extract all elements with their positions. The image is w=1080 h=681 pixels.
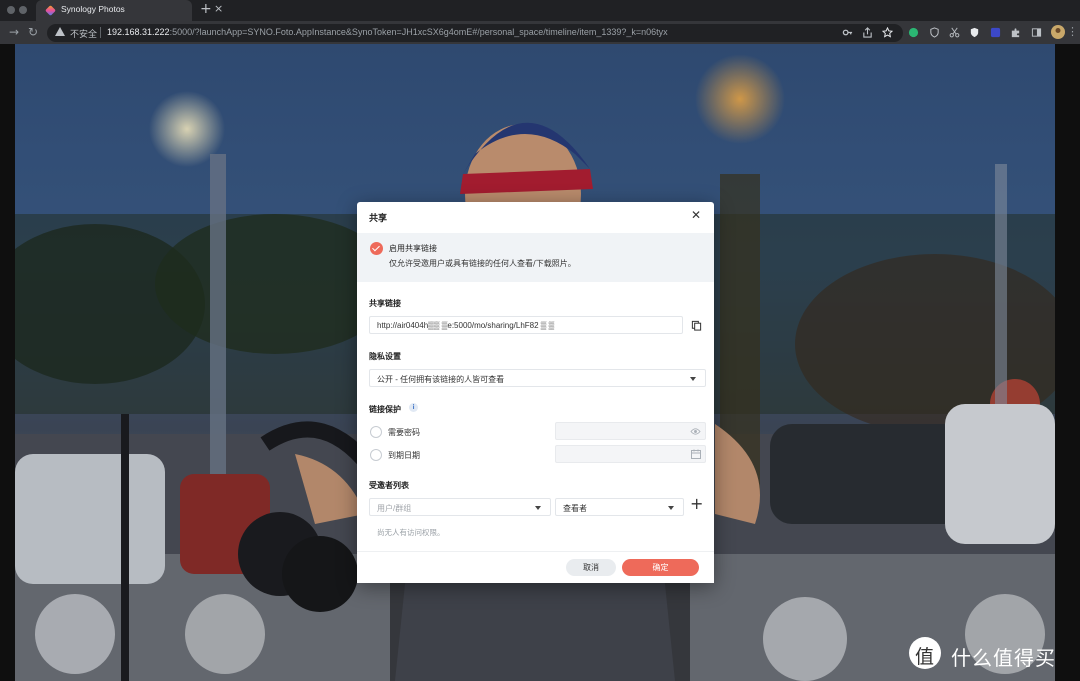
menu-icon[interactable]: ⋮ (1067, 26, 1078, 38)
window-minimize-button[interactable] (19, 6, 27, 14)
puzzle-icon[interactable] (1010, 27, 1021, 38)
user-group-select[interactable]: 用户/群组 (369, 498, 551, 516)
privacy-label: 隐私设置 (369, 352, 401, 361)
password-field[interactable] (555, 422, 706, 440)
expiry-date-label: 到期日期 (388, 451, 420, 460)
share-dialog: 共享 ✕ 启用共享链接 仅允许受邀用户或具有链接的任何人查看/下载照片。 共享链… (357, 202, 714, 583)
tab-close-icon[interactable]: × (214, 2, 223, 15)
link-protection-label: 链接保护 (369, 405, 401, 414)
reload-icon[interactable]: ↻ (28, 26, 38, 38)
extension-green-icon[interactable] (908, 27, 919, 38)
enable-share-link-checkbox[interactable] (370, 242, 383, 255)
enable-share-link-desc: 仅允许受邀用户或具有链接的任何人查看/下载照片。 (389, 259, 576, 268)
share-icon[interactable] (862, 27, 873, 38)
share-link-field[interactable]: http://air0404h▒▒ ▒e:5000/mo/sharing/LhF… (369, 316, 683, 334)
chevron-down-icon (690, 377, 696, 381)
window-close-button[interactable] (7, 6, 15, 14)
bookmark-star-icon[interactable] (882, 27, 893, 38)
ok-button[interactable]: 确定 (622, 559, 699, 576)
require-password-checkbox[interactable] (370, 426, 382, 438)
url-text[interactable]: 192.168.31.222:5000/?launchApp=SYNO.Foto… (107, 27, 668, 37)
new-tab-icon[interactable]: + (200, 1, 212, 17)
add-invitee-icon[interactable]: + (690, 496, 703, 512)
dialog-title: 共享 (369, 214, 388, 224)
browser-chrome: Synology Photos × + → ↻ 不安全 192.168.31.2… (0, 0, 1080, 44)
eye-icon[interactable] (690, 427, 701, 436)
shield-extension-icon[interactable] (929, 27, 940, 38)
sidebar-icon[interactable] (1031, 27, 1042, 38)
dialog-footer: 取消 确定 (357, 551, 714, 583)
share-link-label: 共享链接 (369, 299, 401, 308)
user-group-placeholder: 用户/群组 (377, 504, 412, 513)
calendar-icon[interactable] (691, 449, 701, 459)
role-select[interactable]: 查看者 (555, 498, 684, 516)
privacy-value: 公开 - 任何拥有该链接的人皆可查看 (377, 375, 505, 384)
privacy-select[interactable]: 公开 - 任何拥有该链接的人皆可查看 (369, 369, 706, 387)
no-access-note: 尚无人有访问权限。 (377, 528, 445, 537)
role-value: 查看者 (563, 504, 587, 513)
key-icon[interactable] (842, 27, 853, 38)
scissors-icon[interactable] (949, 27, 960, 38)
browser-tab[interactable]: Synology Photos × (36, 0, 223, 21)
expiry-date-field[interactable] (555, 445, 706, 463)
profile-avatar[interactable] (1051, 25, 1065, 39)
warning-icon (55, 27, 65, 36)
share-link-value: http://air0404h▒▒ ▒e:5000/mo/sharing/LhF… (377, 321, 555, 330)
insecure-label: 不安全 (70, 30, 98, 40)
address-bar[interactable]: 不安全 192.168.31.222:5000/?launchApp=SYNO.… (47, 24, 903, 42)
chevron-down-icon (668, 506, 674, 510)
invitees-label: 受邀者列表 (369, 481, 409, 490)
close-icon[interactable]: ✕ (691, 208, 701, 222)
chevron-down-icon (535, 506, 541, 510)
forward-icon[interactable]: → (9, 26, 19, 38)
copy-icon[interactable] (691, 320, 702, 331)
cancel-button[interactable]: 取消 (566, 559, 616, 576)
watermark-text: 什么值得买 (951, 646, 1056, 670)
info-icon[interactable]: i (409, 403, 418, 412)
watermark-logo-icon: 值 (909, 637, 941, 669)
ublock-icon[interactable] (969, 27, 980, 38)
tab-title: Synology Photos (61, 4, 125, 14)
share-link-banner: 启用共享链接 仅允许受邀用户或具有链接的任何人查看/下载照片。 (357, 233, 714, 282)
tab-strip: Synology Photos × + (0, 0, 1080, 21)
expiry-date-checkbox[interactable] (370, 449, 382, 461)
require-password-label: 需要密码 (388, 428, 420, 437)
divider (100, 27, 101, 38)
synology-photos-icon (45, 5, 56, 16)
enable-share-link-label: 启用共享链接 (389, 244, 437, 253)
extension-blue-icon[interactable] (990, 27, 1001, 38)
